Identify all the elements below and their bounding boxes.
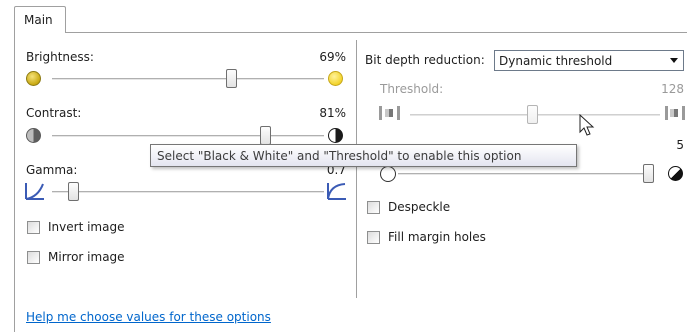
chevron-down-icon <box>670 58 678 63</box>
gamma-slider-track[interactable] <box>52 191 324 193</box>
threshold-label: Threshold: <box>380 82 444 96</box>
tab-main-label: Main <box>24 13 53 27</box>
despeckle-strength-thumb[interactable] <box>643 164 654 183</box>
threshold-high-icon <box>665 106 685 120</box>
bit-depth-select[interactable]: Dynamic threshold <box>494 50 684 71</box>
help-choose-values-link[interactable]: Help me choose values for these options <box>26 310 271 324</box>
tooltip-text: Select "Black & White" and "Threshold" t… <box>157 149 522 163</box>
mouse-cursor-icon <box>579 114 595 136</box>
gamma-low-icon <box>25 183 44 200</box>
contrast-low-icon <box>26 128 41 143</box>
black-white-icon <box>668 166 683 181</box>
tooltip: Select "Black & White" and "Threshold" t… <box>150 144 577 167</box>
contrast-high-icon <box>328 128 343 143</box>
threshold-slider-thumb <box>527 105 538 124</box>
threshold-value: 128 <box>661 82 684 96</box>
mirror-image-checkbox[interactable] <box>27 251 40 264</box>
brightness-slider-thumb[interactable] <box>226 69 237 88</box>
gamma-slider-thumb[interactable] <box>68 182 79 201</box>
brightness-label: Brightness: <box>26 50 94 64</box>
bit-depth-selected-value: Dynamic threshold <box>499 54 613 68</box>
fill-margin-holes-checkbox[interactable] <box>367 231 380 244</box>
brightness-value: 69% <box>319 50 346 64</box>
despeckle-strength-value: 5 <box>676 138 684 152</box>
fill-margin-holes-label[interactable]: Fill margin holes <box>388 230 486 244</box>
brightness-high-icon <box>328 71 343 86</box>
threshold-low-icon <box>379 106 400 120</box>
brightness-slider-track[interactable] <box>52 78 324 80</box>
despeckle-strength-track[interactable] <box>398 173 648 175</box>
despeckle-label[interactable]: Despeckle <box>388 200 450 214</box>
contrast-slider-thumb[interactable] <box>260 126 271 145</box>
gamma-high-icon <box>327 183 346 200</box>
contrast-slider-track[interactable] <box>52 135 324 137</box>
tab-main[interactable]: Main <box>14 6 66 33</box>
brightness-low-icon <box>26 71 41 86</box>
white-circle-icon <box>380 166 396 182</box>
invert-image-checkbox[interactable] <box>27 221 40 234</box>
invert-image-label[interactable]: Invert image <box>48 220 124 234</box>
mirror-image-label[interactable]: Mirror image <box>48 250 125 264</box>
contrast-label: Contrast: <box>26 106 82 120</box>
panel-separator <box>356 40 357 298</box>
main-panel <box>14 32 687 332</box>
bit-depth-label: Bit depth reduction: <box>365 53 485 67</box>
contrast-value: 81% <box>319 106 346 120</box>
gamma-label: Gamma: <box>26 163 78 177</box>
despeckle-checkbox[interactable] <box>367 201 380 214</box>
